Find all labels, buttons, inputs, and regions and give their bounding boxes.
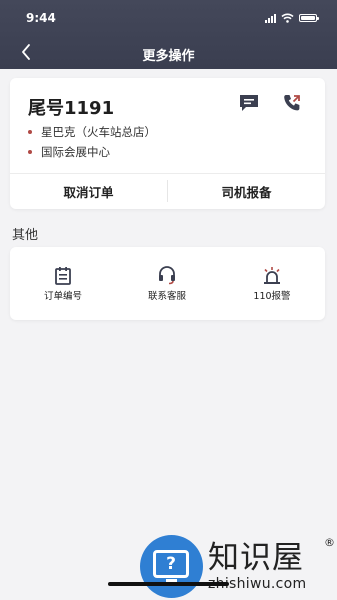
battery-icon — [299, 14, 319, 22]
destination-text: 国际会展中心 — [41, 145, 110, 159]
cancel-order-button[interactable]: 取消订单 — [10, 174, 167, 209]
headset-icon — [159, 265, 175, 284]
monitor-question-icon: ? — [153, 550, 189, 578]
top-bar: 9:44 更多操作 — [0, 0, 337, 69]
signal-icon — [265, 13, 276, 23]
driver-report-button[interactable]: 司机报备 — [168, 174, 325, 209]
alarm-siren-icon — [264, 266, 280, 284]
pickup-address: 星巴克（火车站总店） — [28, 124, 156, 140]
order-number-label: 订单编号 — [43, 291, 82, 302]
phone-icon — [284, 95, 300, 111]
status-icons — [265, 12, 319, 24]
order-card: 尾号1191 星巴克（火车站总店） 国际会展中心 取消订单 司机报备 — [10, 78, 325, 209]
destination-dot — [28, 150, 32, 154]
order-number-button[interactable]: 订单编号 — [13, 265, 113, 302]
contact-service-label: 联系客服 — [147, 291, 186, 302]
other-actions-card: 订单编号 联系客服 110报警 — [10, 247, 325, 320]
other-section-title: 其他 — [12, 228, 39, 243]
watermark-cn: 知识屋 — [208, 540, 304, 576]
tail-number: 尾号1191 — [28, 98, 115, 119]
status-time: 9:44 — [26, 11, 56, 25]
order-number-icon — [55, 266, 71, 285]
wifi-icon — [281, 13, 294, 23]
message-button[interactable] — [238, 94, 260, 116]
destination-address: 国际会展中心 — [28, 144, 110, 160]
police-alarm-label: 110报警 — [253, 291, 291, 302]
pickup-text: 星巴克（火车站总店） — [41, 125, 156, 139]
page-title: 更多操作 — [142, 49, 195, 64]
contact-service-button[interactable]: 联系客服 — [117, 265, 217, 302]
pickup-dot — [28, 130, 32, 134]
watermark: ? 知识屋 ® zhishiwu.com — [140, 532, 337, 600]
registered-mark: ® — [324, 536, 335, 549]
home-indicator[interactable] — [108, 582, 229, 586]
message-icon — [240, 95, 258, 111]
police-alarm-button[interactable]: 110报警 — [222, 265, 322, 302]
call-driver-button[interactable] — [282, 93, 302, 117]
